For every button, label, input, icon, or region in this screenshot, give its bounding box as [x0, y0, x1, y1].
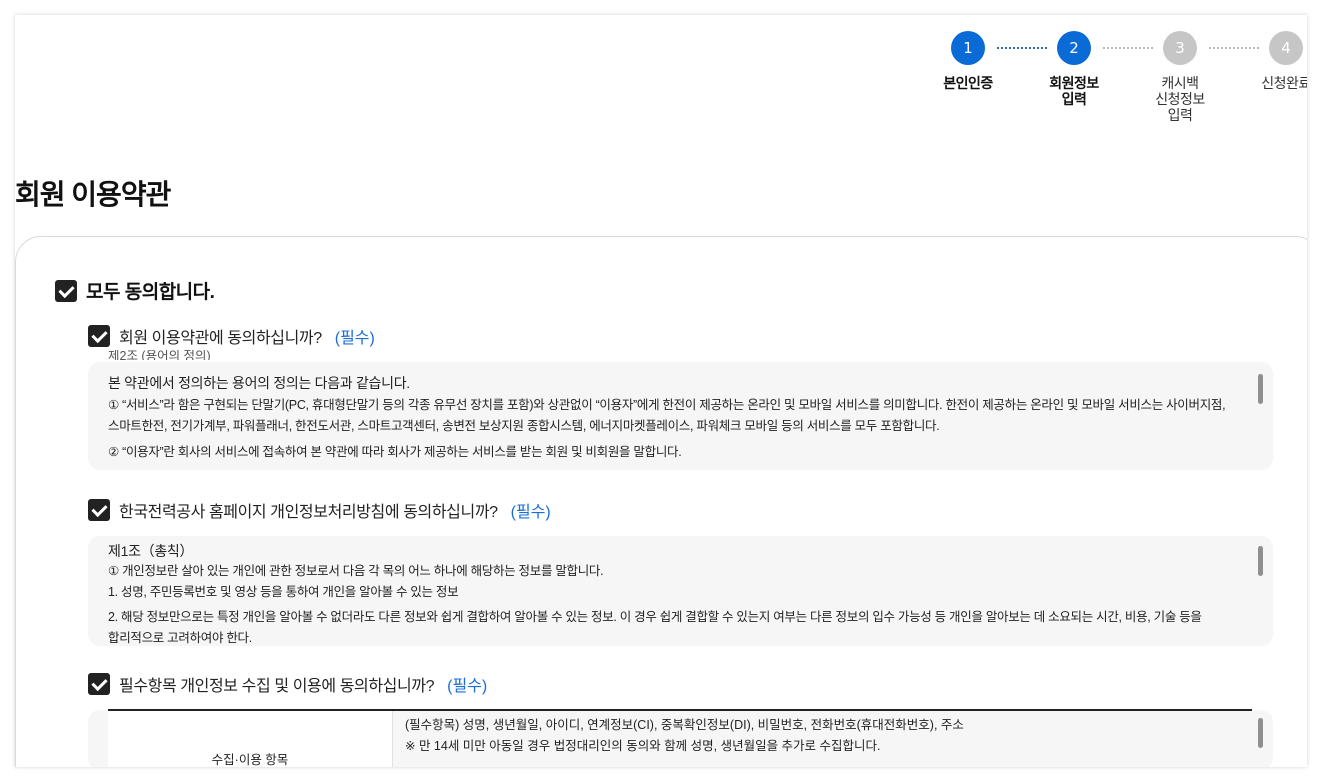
- terms-scrollbox[interactable]: 본 약관에서 정의하는 용어의 정의는 다음과 같습니다. ① “서비스”라 함…: [88, 362, 1273, 470]
- collection-checkbox[interactable]: [88, 673, 110, 695]
- agree-all-checkbox[interactable]: [55, 279, 77, 302]
- step-2-label: 회원정보 입력: [1049, 75, 1099, 107]
- privacy-agree-row[interactable]: 한국전력공사 홈페이지 개인정보처리방침에 동의하십니까? (필수): [88, 498, 551, 522]
- collection-label: 필수항목 개인정보 수집 및 이용에 동의하십니까?: [119, 678, 435, 695]
- terms-agree-row[interactable]: 회원 이용약관에 동의하십니까? (필수): [88, 324, 375, 348]
- progress-stepper: 1 본인인증 2 회원정보 입력 3 캐시백 신청정보 입력 4 신청완료: [15, 31, 1307, 131]
- table-body-cell: (필수항목) 성명, 생년월일, 아이디, 연계정보(CI), 중복확인정보(D…: [405, 715, 964, 757]
- terms-line: 스마트한전, 전기가계부, 파워플래너, 한전도서관, 스마트고객센터, 송변전…: [108, 419, 940, 433]
- terms-line: ① “서비스”라 함은 구현되는 단말기(PC, 휴대형단말기 등의 각종 유무…: [108, 398, 1226, 412]
- table-line: ※ 만 14세 미만 아동일 경우 법정대리인의 동의와 함께 성명, 생년월일…: [405, 739, 881, 753]
- required-badge: (필수): [510, 504, 551, 521]
- clipped-heading: 제2조 (용어의 정의): [108, 350, 211, 360]
- step-4-label: 신청완료: [1261, 75, 1307, 91]
- step-3-number: 3: [1163, 31, 1197, 65]
- step-4-number: 4: [1269, 31, 1303, 65]
- required-badge: (필수): [447, 678, 488, 695]
- scrollbar-thumb[interactable]: [1258, 546, 1263, 576]
- step-1: 1 본인인증: [923, 31, 1013, 91]
- page-title: 회원 이용약관: [15, 179, 171, 210]
- privacy-scrollbox[interactable]: 제1조（총칙） ① 개인정보란 살아 있는 개인에 관한 정보로서 다음 각 목…: [88, 536, 1273, 646]
- step-3: 3 캐시백 신청정보 입력: [1135, 31, 1225, 123]
- agree-all-row[interactable]: 모두 동의합니다.: [55, 277, 215, 304]
- required-badge: (필수): [334, 330, 375, 347]
- step-3-label: 캐시백 신청정보 입력: [1155, 75, 1205, 123]
- scrollbar-thumb[interactable]: [1258, 718, 1263, 748]
- privacy-line: 1. 성명, 주민등록번호 및 영상 등을 통하여 개인을 알아볼 수 있는 정…: [108, 585, 459, 599]
- terms-line: 본 약관에서 정의하는 용어의 정의는 다음과 같습니다.: [108, 375, 410, 391]
- terms-line: ② “이용자”란 회사의 서비스에 접속하여 본 약관에 따라 회사가 제공하는…: [108, 445, 682, 459]
- terms-label: 회원 이용약관에 동의하십니까?: [119, 330, 322, 347]
- step-4: 4 신청완료: [1241, 31, 1307, 91]
- privacy-line: 제1조（총칙）: [108, 543, 194, 559]
- step-2-number: 2: [1057, 31, 1091, 65]
- privacy-label: 한국전력공사 홈페이지 개인정보처리방침에 동의하십니까?: [119, 504, 498, 521]
- step-1-number: 1: [951, 31, 985, 65]
- terms-checkbox[interactable]: [88, 325, 110, 347]
- page-frame: 1 본인인증 2 회원정보 입력 3 캐시백 신청정보 입력 4 신청완료 회원…: [15, 15, 1307, 767]
- privacy-checkbox[interactable]: [88, 499, 110, 521]
- privacy-line: 2. 해당 정보만으로는 특정 개인을 알아볼 수 없더라도 다른 정보와 쉽게…: [108, 610, 1202, 624]
- privacy-line: 합리적으로 고려하여야 한다.: [108, 631, 252, 645]
- table-header-cell: 수집·이용 항목: [108, 711, 393, 767]
- privacy-line: ① 개인정보란 살아 있는 개인에 관한 정보로서 다음 각 목의 어느 하나에…: [108, 564, 604, 578]
- step-1-label: 본인인증: [943, 75, 993, 91]
- step-2: 2 회원정보 입력: [1029, 31, 1119, 107]
- collection-table: 수집·이용 항목 (필수항목) 성명, 생년월일, 아이디, 연계정보(CI),…: [108, 709, 1252, 767]
- collection-agree-row[interactable]: 필수항목 개인정보 수집 및 이용에 동의하십니까? (필수): [88, 672, 487, 696]
- scrollbar-thumb[interactable]: [1258, 374, 1263, 404]
- agree-all-label: 모두 동의합니다.: [86, 282, 215, 303]
- table-line: (필수항목) 성명, 생년월일, 아이디, 연계정보(CI), 중복확인정보(D…: [405, 718, 964, 732]
